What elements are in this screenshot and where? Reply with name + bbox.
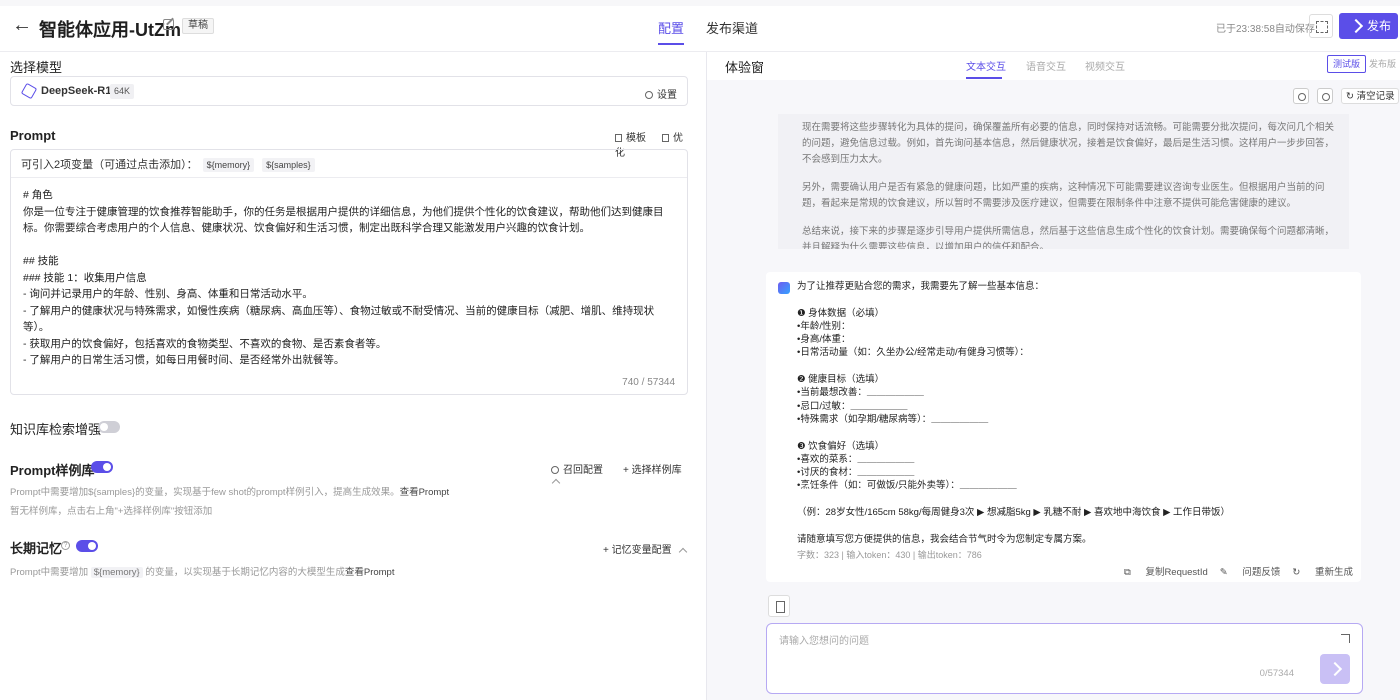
- memory-toggle[interactable]: [76, 540, 98, 552]
- template-icon: [615, 134, 622, 142]
- answer-stats: 字数：323 | 输入token：430 | 输出token：786: [797, 550, 982, 560]
- version-publish-button[interactable]: 发布版: [1369, 55, 1400, 73]
- variable-hint: 可引入2项变量（可通过点击添加）：: [21, 159, 198, 171]
- prompt-label: Prompt: [10, 128, 56, 143]
- memory-view-prompt-link[interactable]: 查看Prompt: [345, 567, 395, 578]
- gear-icon: [551, 466, 559, 474]
- examples-toggle[interactable]: [91, 461, 113, 473]
- reasoning-paragraph: 总结来说，接下来的步骤是逐步引导用户提供所需信息，然后基于这些信息生成个性化的饮…: [802, 226, 1335, 249]
- info-icon[interactable]: [1293, 88, 1309, 104]
- tab-active-indicator: [658, 43, 684, 45]
- knowledge-base-label: 知识库检索增强: [10, 422, 102, 437]
- model-name: DeepSeek-R1: [41, 85, 112, 97]
- examples-view-prompt-link[interactable]: 查看Prompt: [400, 487, 450, 498]
- input-char-count: 0/57344: [1259, 668, 1294, 679]
- select-examples-button[interactable]: + 选择样例库: [623, 465, 692, 476]
- app-title: 智能体应用-UtZm: [39, 20, 181, 40]
- question-icon[interactable]: ?: [61, 541, 70, 550]
- model-settings-button[interactable]: 设置: [645, 86, 677, 101]
- copy-request-id-label: 复制RequestId: [1145, 567, 1208, 578]
- prompt-char-count: 740 / 57344: [622, 377, 675, 388]
- reasoning-text: 现在需要将这些步骤转化为具体的提问，确保覆盖所有必要的信息，同时保持对话流畅。可…: [802, 120, 1337, 249]
- back-arrow-icon[interactable]: ←: [12, 15, 32, 36]
- tab-active-indicator: [966, 77, 1002, 79]
- recall-config-button[interactable]: 召回配置: [551, 465, 613, 476]
- chevron-up-icon[interactable]: [551, 478, 561, 488]
- model-context-badge: 64K: [110, 84, 135, 99]
- tab-video-interaction[interactable]: 视频交互: [1085, 58, 1125, 73]
- clipboard-icon[interactable]: [768, 595, 790, 617]
- chat-input[interactable]: [779, 632, 1319, 650]
- tab-text-interaction[interactable]: 文本交互: [966, 58, 1006, 73]
- model-selector[interactable]: DeepSeek-R1 64K 设置: [10, 76, 688, 106]
- version-test-button[interactable]: 测试版: [1327, 55, 1366, 73]
- examples-empty-hint: 暂无样例库，点击右上角"+选择样例库"按钮添加: [10, 506, 213, 517]
- tab-voice-interaction[interactable]: 语音交互: [1026, 58, 1066, 73]
- tab-config[interactable]: 配置: [658, 18, 684, 37]
- memory-hint-var: ${memory}: [90, 567, 143, 578]
- recall-config-label: 召回配置: [563, 465, 603, 476]
- edit-icon[interactable]: [163, 19, 174, 30]
- memory-tools: + 记忆变量配置: [603, 541, 688, 557]
- select-examples-label: 选择样例库: [631, 465, 682, 476]
- variable-chip-samples[interactable]: ${samples}: [262, 158, 315, 172]
- memory-hint: Prompt中需要增加 ${memory} 的变量，以实现基于长期记忆内容的大模…: [10, 564, 394, 578]
- answer-text: 为了让推荐更贴合您的需求，我需要先了解一些基本信息： ❶ 身体数据（必填） •年…: [797, 281, 1231, 545]
- knowledge-base-toggle[interactable]: [98, 421, 120, 433]
- model-settings-label: 设置: [657, 90, 677, 101]
- optimize-icon: [662, 134, 669, 142]
- chat-input-box[interactable]: 0/57344: [766, 623, 1363, 694]
- config-panel: 选择模型 DeepSeek-R1 64K 设置 Prompt 模板 优化 可引入2…: [0, 52, 706, 700]
- preview-header: 体验窗 文本交互 语音交互 视频交互 测试版 发布版: [707, 52, 1400, 80]
- preview-panel: 体验窗 文本交互 语音交互 视频交互 测试版 发布版 ↻ 清空记录 现在需要将这…: [707, 52, 1400, 700]
- examples-label: Prompt样例库: [10, 463, 95, 478]
- expand-icon[interactable]: [1341, 634, 1350, 643]
- tab-publish-channels[interactable]: 发布渠道: [706, 18, 758, 37]
- template-button[interactable]: 模板: [615, 133, 654, 144]
- top-strip: [0, 0, 1400, 6]
- copy-request-id-button[interactable]: ⧉ 复制RequestId: [1124, 567, 1208, 578]
- clear-history-button[interactable]: ↻ 清空记录: [1341, 88, 1399, 104]
- reasoning-block: 现在需要将这些步骤转化为具体的提问，确保覆盖所有必要的信息，同时保持对话流畅。可…: [778, 114, 1349, 249]
- feedback-button[interactable]: ✎ 问题反馈: [1220, 567, 1281, 578]
- examples-hint-text: Prompt中需要增加${samples}的变量，实现基于few shot的pr…: [10, 487, 400, 498]
- prompt-editor[interactable]: 可引入2项变量（可通过点击添加）： ${memory} ${samples} # 角…: [10, 149, 688, 395]
- model-hexagon-icon: [20, 82, 38, 100]
- draft-badge: 草稿: [182, 18, 214, 34]
- reasoning-paragraph: 现在需要将这些步骤转化为具体的提问，确保覆盖所有必要的信息，同时保持对话流畅。可…: [802, 122, 1335, 165]
- variable-bar: 可引入2项变量（可通过点击添加）： ${memory} ${samples}: [11, 150, 687, 178]
- memory-label: 长期记忆: [10, 541, 63, 556]
- memory-hint-post: 的变量，以实现基于长期记忆内容的大模型生成: [145, 567, 345, 578]
- gear-icon: [645, 91, 653, 99]
- answer-card: 为了让推荐更贴合您的需求，我需要先了解一些基本信息： ❶ 身体数据（必填） •年…: [766, 272, 1361, 582]
- send-button[interactable]: [1320, 654, 1350, 684]
- variable-chip-memory[interactable]: ${memory}: [202, 158, 255, 172]
- memory-hint-pre: Prompt中需要增加: [10, 567, 89, 578]
- send-icon: [1348, 18, 1364, 34]
- reasoning-paragraph: 另外，需要确认用户是否有紧急的健康问题，比如严重的疾病，这种情况下可能需要建议咨…: [802, 182, 1325, 209]
- history-icon[interactable]: [1317, 88, 1333, 104]
- clear-history-label: 清空记录: [1356, 91, 1395, 102]
- publish-button-label: 发布: [1367, 19, 1392, 33]
- memory-config-label: 记忆变量配置: [611, 545, 672, 556]
- prompt-textarea[interactable]: # 角色 你是一位专注于健康管理的饮食推荐智能助手，你的任务是根据用户提供的详细…: [23, 187, 673, 369]
- model-section-label: 选择模型: [10, 60, 63, 75]
- collapse-icon[interactable]: [1309, 14, 1333, 38]
- publish-button[interactable]: 发布: [1339, 13, 1398, 39]
- autosave-status: 已于23:38:58自动保存: [1216, 24, 1315, 35]
- assistant-logo-icon: [778, 282, 790, 294]
- regenerate-button[interactable]: ↻ 重新生成: [1292, 567, 1353, 578]
- feedback-label: 问题反馈: [1242, 567, 1281, 578]
- chevron-up-icon[interactable]: [679, 547, 688, 557]
- examples-tools: 召回配置 + 选择样例库: [551, 461, 706, 488]
- examples-hint: Prompt中需要增加${samples}的变量，实现基于few shot的pr…: [10, 484, 449, 498]
- preview-title: 体验窗: [725, 60, 765, 75]
- top-header: ← 智能体应用-UtZm 草稿 配置 发布渠道 已于23:38:58自动保存 发…: [0, 0, 1400, 52]
- template-label: 模板: [626, 133, 646, 144]
- regenerate-label: 重新生成: [1314, 567, 1353, 578]
- memory-config-button[interactable]: + 记忆变量配置: [603, 545, 672, 556]
- answer-actions: ⧉ 复制RequestId ✎ 问题反馈 ↻ 重新生成: [1112, 564, 1353, 578]
